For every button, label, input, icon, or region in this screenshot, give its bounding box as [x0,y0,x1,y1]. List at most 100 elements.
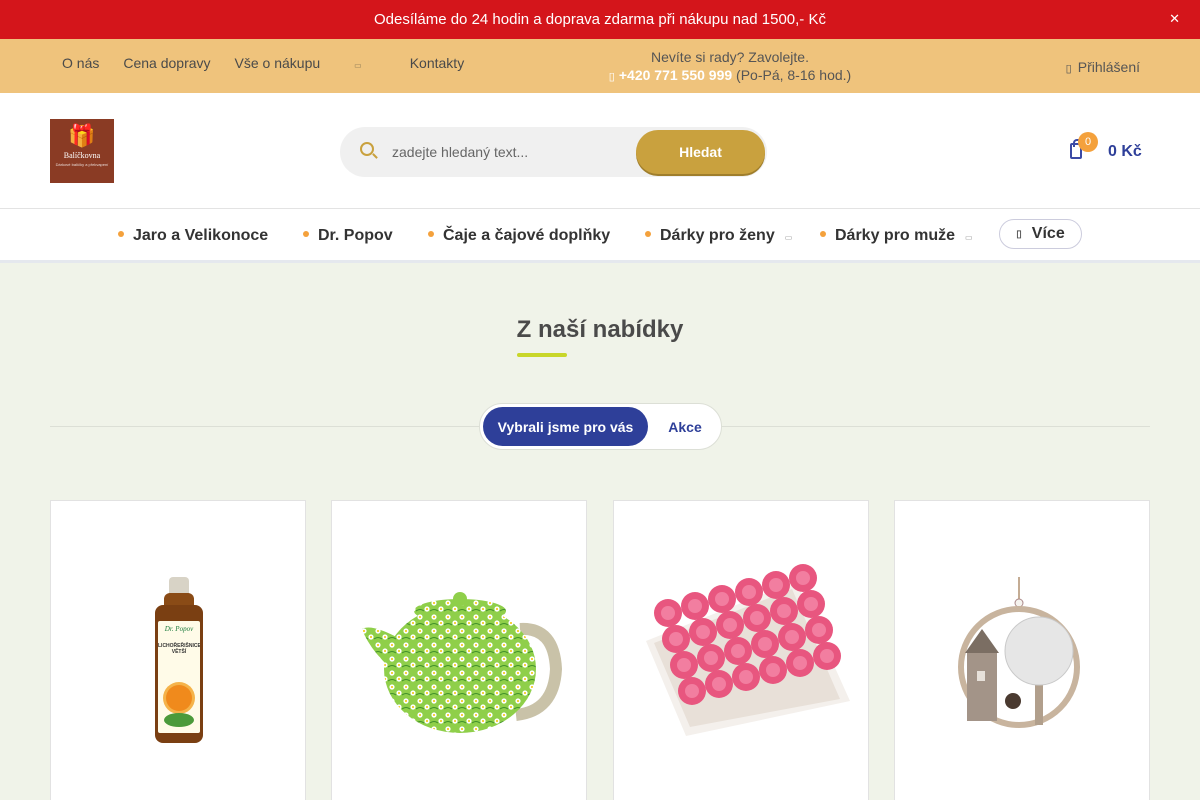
teapot-body [384,605,536,733]
soap-rose-center [715,592,729,606]
soap-rose-center [769,578,783,592]
gift-icon: 🎁 [68,123,96,148]
house [967,651,997,721]
category-label: Dárky pro muže [835,227,956,244]
bottle-brand: Dr. Popov [164,625,194,633]
category-label: Jaro a Velikonoce [133,227,269,244]
soap-rose-center [750,611,764,625]
nav-link-shipping-price[interactable]: Cena dopravy [123,55,210,71]
search-input[interactable] [392,142,622,162]
soap-rose-center [785,630,799,644]
login-label: Přihlášení [1077,59,1140,75]
logo-name: Balíčkovna [63,151,101,160]
contact-prompt: Nevíte si rady? Zavolejte. [651,49,809,65]
search-form: Hledat [340,127,767,177]
menu-icon: ▯ [1016,228,1022,240]
logo[interactable]: 🎁 Balíčkovna Dárkové balíčky a překvapen… [50,119,114,183]
product-image[interactable] [332,501,588,800]
product-image[interactable]: Dr. Popov LICHOŘEŘIŠNICE VĚTŠÍ [155,577,203,743]
top-nav: O nás Cena dopravy Vše o nákupu ▭ Kontakt… [62,55,488,71]
chevron-down-icon: ▭ [965,233,973,242]
soap-rose-center [696,625,710,639]
soap-rose-center [793,656,807,670]
bullet-icon [303,230,309,237]
nav-link-shopping-info[interactable]: Vše o nákupu ▭ [235,55,386,71]
soap-rose-center [704,651,718,665]
tab-recommended[interactable]: Vybrali jsme pro vás [483,407,648,446]
soap-rose-center [820,649,834,663]
product-image[interactable] [895,501,1151,800]
roses [654,564,841,705]
soap-rose-center [661,606,675,620]
title-underline [517,353,567,357]
chevron-down-icon: ▭ [354,61,362,70]
cart-total: 0 Kč [1108,143,1142,160]
contact-hours: (Po-Pá, 8-16 hod.) [736,67,852,83]
category-label: Dárky pro ženy [660,227,775,244]
product-tabs: Vybrali jsme pro vás Akce [479,403,722,450]
category-gifts-men[interactable]: Dárky pro muže ▭ [820,227,973,245]
section-title: Z naší nabídky [516,316,684,343]
tree-trunk [1035,679,1043,725]
soap-rose-center [688,599,702,613]
category-dr-popov[interactable]: Dr. Popov [303,227,393,245]
search-button[interactable]: Hledat [636,130,765,174]
announcement-text: Odesíláme do 24 hodin a doprava zdarma p… [374,11,826,28]
nav-link-about[interactable]: O nás [62,55,99,71]
product-card[interactable] [894,500,1150,800]
tree-crown [1004,616,1074,686]
flower-illustration [166,685,192,711]
search-icon [360,142,374,156]
rose-pattern [654,564,841,705]
tab-sale[interactable]: Akce [650,407,720,446]
soap-rose-center [796,571,810,585]
phone-number[interactable]: +420 771 550 999 [619,67,732,83]
nav-link-contacts[interactable]: Kontakty [410,55,464,71]
category-tea[interactable]: Čaje a čajové doplňky [428,227,610,245]
soap-rose-center [731,644,745,658]
user-icon: ▯ [1065,63,1072,75]
soap-rose-center [739,670,753,684]
bullet-icon [428,230,434,237]
bullet-icon [645,230,651,237]
bottle-label-text: LICHOŘEŘIŠNICE VĚTŠÍ [158,643,200,655]
owl [1005,693,1021,709]
product-card[interactable] [613,500,869,800]
soap-rose-center [723,618,737,632]
product-card[interactable] [331,500,587,800]
category-nav: Jaro a Velikonoce Dr. Popov Čaje a čajov… [0,209,1200,263]
soap-rose-center [712,677,726,691]
category-label: Dr. Popov [318,227,393,244]
more-label: Více [1031,225,1065,242]
soap-rose-center [777,604,791,618]
soap-rose-center [669,632,683,646]
contact-info: Nevíte si rady? Zavolejte. ▯ +420 771 550… [560,48,900,86]
teapot-knob [453,592,467,606]
soap-rose-center [685,684,699,698]
cart-count-badge: 0 [1078,132,1098,152]
site-header: 🎁 Balíčkovna Dárkové balíčky a překvapen… [0,93,1200,209]
more-categories-button[interactable]: ▯ Více [999,219,1082,249]
bottle-label: Dr. Popov LICHOŘEŘIŠNICE VĚTŠÍ [158,621,200,733]
logo-tagline: Dárkové balíčky a překvapení [55,162,109,167]
soap-rose-center [812,623,826,637]
soap-rose-center [677,658,691,672]
category-spring-easter[interactable]: Jaro a Velikonoce [118,227,268,245]
category-gifts-women[interactable]: Dárky pro ženy ▭ [645,227,792,245]
bullet-icon [118,230,124,237]
product-card[interactable]: Dr. Popov LICHOŘEŘIŠNICE VĚTŠÍ [50,500,306,800]
soap-rose-center [758,637,772,651]
category-label: Čaje a čajové doplňky [443,227,611,244]
chevron-down-icon: ▭ [784,233,793,242]
nav-link-shopping-info-label: Vše o nákupu [234,55,321,71]
house-window [977,671,985,681]
soap-rose-center [804,597,818,611]
announcement-bar: Odesíláme do 24 hodin a doprava zdarma p… [0,0,1200,39]
phone-icon: ▯ [608,71,615,83]
info-bar: O nás Cena dopravy Vše o nákupu ▭ Kontakt… [0,39,1200,93]
wooden-bead [1014,598,1024,608]
close-icon[interactable]: ✕ [1169,11,1180,27]
leaf-illustration [164,713,194,727]
login-link[interactable]: ▯ Přihlášení [1066,59,1140,75]
bullet-icon [820,230,826,237]
